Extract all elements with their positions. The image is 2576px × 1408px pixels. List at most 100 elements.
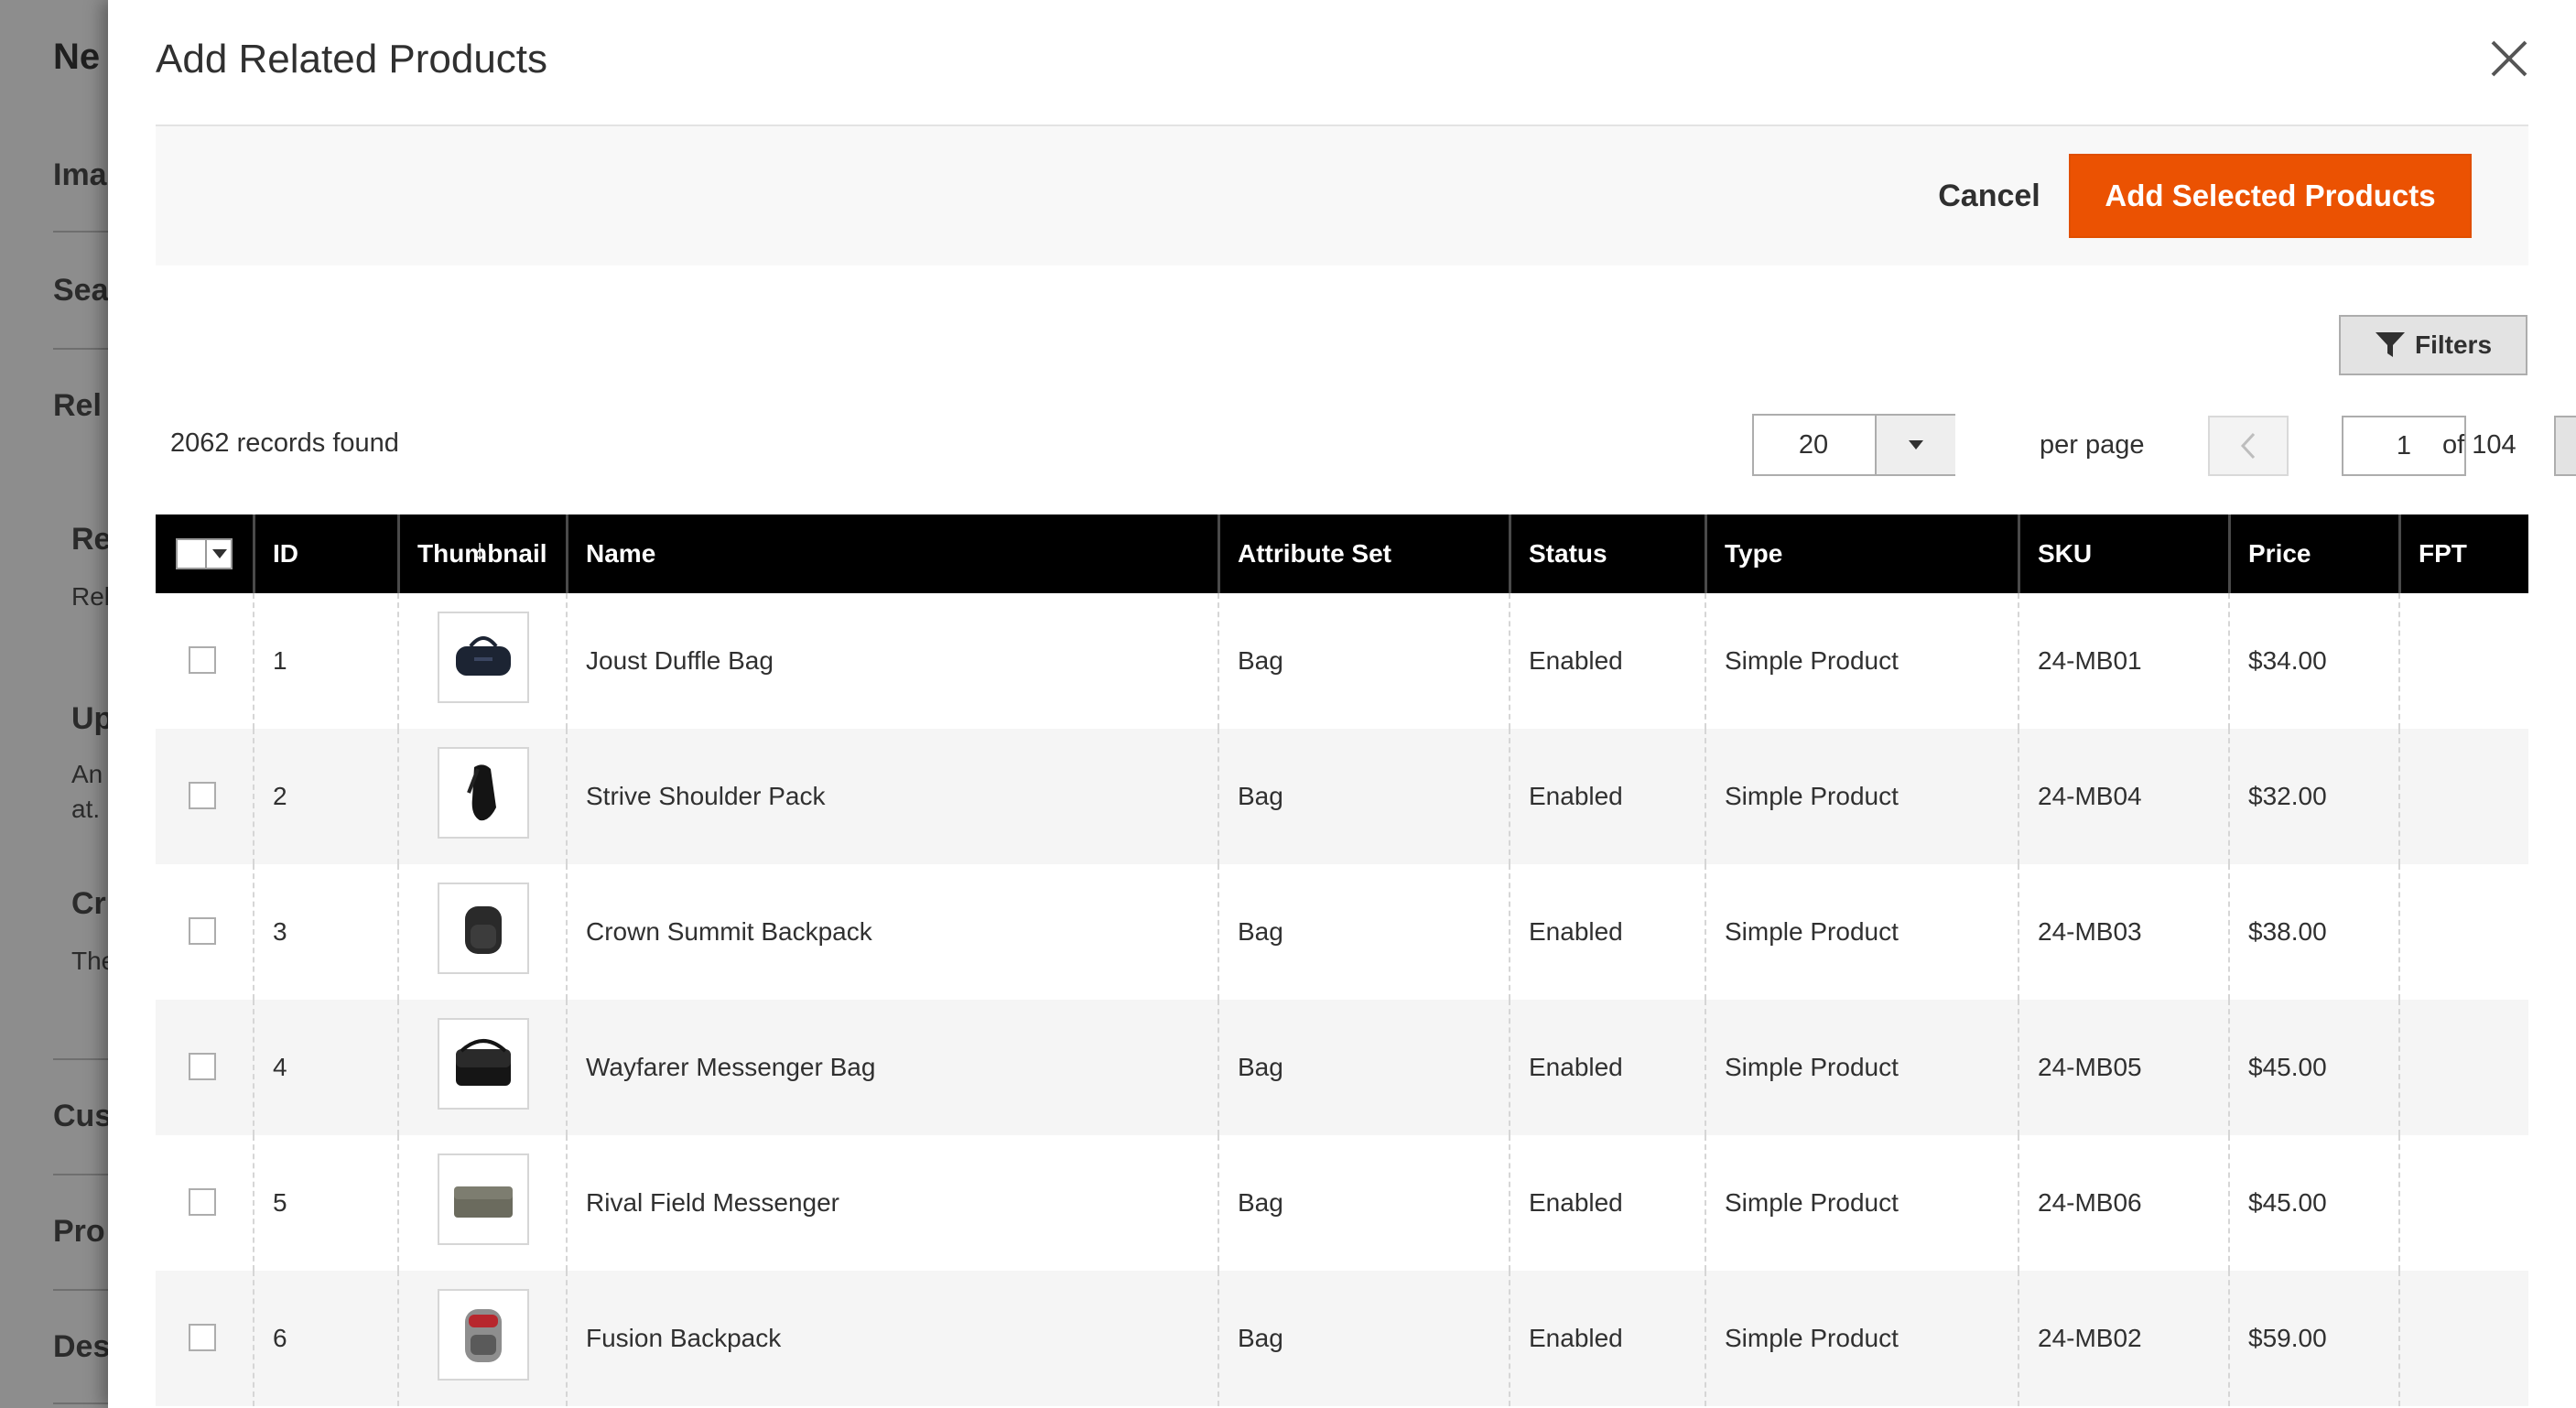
column-header-price[interactable]: Price	[2228, 514, 2398, 593]
cell-sku: 24-MB05	[2038, 1053, 2142, 1081]
cancel-button[interactable]: Cancel	[1898, 157, 2081, 234]
column-header-attribute-set[interactable]: Attribute Set	[1218, 514, 1509, 593]
background-subsection-text: Rel	[71, 582, 111, 611]
cell-type: Simple Product	[1725, 1053, 1899, 1081]
fusion-backpack-image	[465, 1309, 502, 1362]
grid-header: ID ↓ Thumbnail Name Attribute Set Status…	[156, 514, 2528, 593]
cell-price: $32.00	[2248, 782, 2327, 810]
cell-fpt	[2398, 1271, 2528, 1406]
row-checkbox[interactable]	[189, 782, 216, 809]
cell-fpt	[2398, 864, 2528, 1000]
duffle-bag-image	[456, 636, 511, 676]
row-checkbox[interactable]	[189, 646, 216, 674]
background-section-related: Rel	[53, 388, 102, 423]
total-pages: of 104	[2442, 430, 2516, 460]
cell-sku: 24-MB04	[2038, 782, 2142, 810]
column-header-status[interactable]: Status	[1509, 514, 1705, 593]
row-checkbox[interactable]	[189, 1324, 216, 1351]
caret-down-icon	[1909, 440, 1923, 449]
column-header-label: SKU	[2038, 539, 2093, 568]
select-all-checkbox[interactable]	[178, 540, 207, 568]
cell-id: 3	[273, 917, 287, 946]
cell-attribute-set: Bag	[1238, 1188, 1283, 1217]
column-divider	[397, 1135, 399, 1271]
next-page-button[interactable]	[2554, 416, 2576, 476]
cell-name: Joust Duffle Bag	[586, 646, 774, 675]
column-header-sku[interactable]: SKU	[2018, 514, 2228, 593]
previous-page-button[interactable]	[2208, 416, 2289, 476]
cell-name: Rival Field Messenger	[586, 1188, 839, 1217]
column-header-fpt[interactable]: FPT	[2398, 514, 2528, 593]
cell-id: 1	[273, 646, 287, 675]
column-header-type[interactable]: Type	[1705, 514, 2018, 593]
cell-type: Simple Product	[1725, 782, 1899, 810]
records-found: 2062 records found	[170, 428, 399, 458]
cell-status: Enabled	[1529, 1324, 1623, 1352]
background-section-search: Sea	[53, 273, 109, 308]
cell-id: 4	[273, 1053, 287, 1081]
column-divider	[397, 1271, 399, 1406]
column-divider	[397, 1000, 399, 1135]
table-row[interactable]: 2 Strive Shoulder Pack Bag Enabled Simple Pr…	[156, 729, 2528, 864]
caret-down-icon[interactable]	[211, 547, 229, 560]
cell-status: Enabled	[1529, 782, 1623, 810]
cell-fpt	[2398, 593, 2528, 729]
column-header-thumbnail: Thumbnail	[397, 514, 566, 593]
background-section-design: Des	[53, 1329, 111, 1364]
cell-status: Enabled	[1529, 646, 1623, 675]
product-thumbnail	[438, 883, 529, 974]
close-button[interactable]	[2484, 33, 2535, 84]
close-icon[interactable]	[2484, 33, 2535, 84]
column-header-id[interactable]: ID	[253, 514, 397, 593]
column-header-label: Type	[1725, 539, 1783, 568]
cell-status: Enabled	[1529, 1188, 1623, 1217]
product-thumbnail	[438, 747, 529, 839]
cell-name: Strive Shoulder Pack	[586, 782, 826, 810]
column-header-name[interactable]: Name	[566, 514, 1218, 593]
background-page-title: Ne	[53, 37, 101, 77]
add-selected-products-button[interactable]: Add Selected Products	[2069, 154, 2472, 238]
modal-title: Add Related Products	[156, 37, 548, 81]
per-page-value: 20	[1798, 429, 1829, 460]
cell-attribute-set: Bag	[1238, 1324, 1283, 1352]
row-checkbox[interactable]	[189, 1053, 216, 1080]
cell-sku: 24-MB02	[2038, 1324, 2142, 1352]
cell-price: $59.00	[2248, 1324, 2327, 1352]
product-thumbnail	[438, 1153, 529, 1245]
cell-price: $34.00	[2248, 646, 2327, 675]
column-divider	[397, 593, 399, 729]
cell-fpt	[2398, 1000, 2528, 1135]
column-header-label: ID	[273, 539, 298, 568]
backpack-image	[465, 906, 502, 954]
per-page-toggle[interactable]	[1875, 416, 1955, 474]
cell-attribute-set: Bag	[1238, 1053, 1283, 1081]
table-row[interactable]: 1 Joust Duffle Bag Bag Enabled Simple Produc…	[156, 593, 2528, 729]
background-section-images: Ima	[53, 157, 107, 192]
row-checkbox[interactable]	[189, 917, 216, 945]
cell-sku: 24-MB01	[2038, 646, 2142, 675]
cell-type: Simple Product	[1725, 917, 1899, 946]
background-subsection-heading: Cr	[71, 886, 106, 921]
table-row[interactable]: 4 Wayfarer Messenger Bag Bag Enabled Simple …	[156, 1000, 2528, 1135]
product-thumbnail	[438, 1289, 529, 1381]
add-related-products-modal: Add Related Products Cancel Add Selected…	[108, 0, 2576, 1408]
mass-select-checkbox[interactable]	[176, 538, 233, 569]
row-checkbox[interactable]	[189, 1188, 216, 1216]
cell-id: 6	[273, 1324, 287, 1352]
cell-fpt	[2398, 729, 2528, 864]
shoulder-pack-image	[467, 764, 496, 821]
cell-type: Simple Product	[1725, 646, 1899, 675]
background-subsection-heading: Up	[71, 701, 114, 736]
table-row[interactable]: 5 Rival Field Messenger Bag Enabled Simple P…	[156, 1135, 2528, 1271]
column-header-label: Status	[1529, 539, 1607, 568]
table-row[interactable]: 3 Crown Summit Backpack Bag Enabled Simple P…	[156, 864, 2528, 1000]
background-subsection-text: at.	[71, 795, 101, 823]
column-header-label: Attribute Set	[1238, 539, 1391, 568]
cell-attribute-set: Bag	[1238, 646, 1283, 675]
table-row[interactable]: 6 Fusion Backpack Bag Enabled Simple Product…	[156, 1271, 2528, 1406]
cell-sku: 24-MB06	[2038, 1188, 2142, 1217]
cell-type: Simple Product	[1725, 1324, 1899, 1352]
per-page-select[interactable]: 20	[1752, 414, 1955, 476]
filters-button[interactable]: Filters	[2339, 315, 2527, 375]
cell-price: $45.00	[2248, 1053, 2327, 1081]
